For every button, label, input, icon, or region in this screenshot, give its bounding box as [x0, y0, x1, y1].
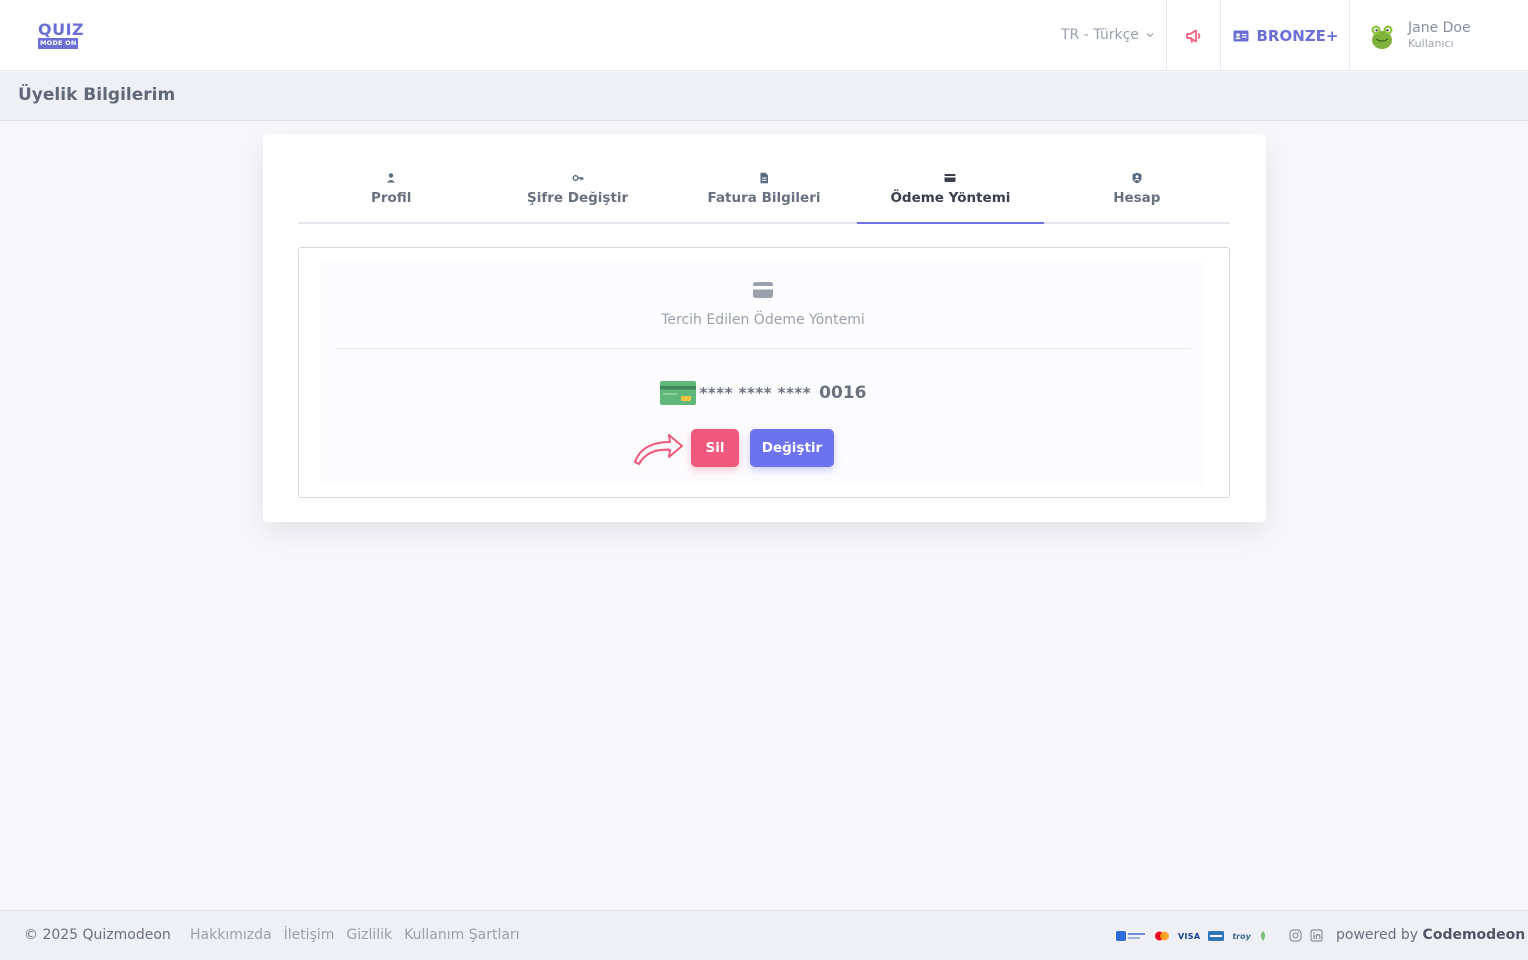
key-icon: [572, 175, 584, 181]
social-links: [1289, 929, 1323, 942]
language-selector[interactable]: TR - Türkçe: [1061, 25, 1155, 45]
tab-payment-method[interactable]: Ödeme Yöntemi: [857, 164, 1045, 224]
bank-card-icon: [659, 381, 696, 405]
user-info: Jane Doe Kullanıcı: [1408, 20, 1471, 51]
membership-card: Profil Şifre Değiştir Fatura Bilgileri Ö…: [263, 134, 1266, 522]
plan-label: BRONZE+: [1256, 26, 1339, 45]
chevron-down-icon: [1146, 33, 1154, 38]
delete-card-button[interactable]: Sil: [691, 429, 739, 467]
membership-tabs: Profil Şifre Değiştir Fatura Bilgileri Ö…: [298, 164, 1230, 224]
tab-label: Ödeme Yöntemi: [890, 190, 1011, 206]
id-card-icon: [1233, 30, 1248, 41]
quiz-logo[interactable]: QUIZ MODE ON: [38, 21, 84, 52]
mastercard-logo: [1154, 929, 1170, 943]
user-role: Kullanıcı: [1408, 37, 1454, 50]
footer-link-terms[interactable]: Kullanım Şartları: [404, 927, 519, 943]
visa-logo: VISA: [1178, 931, 1201, 941]
tab-change-password[interactable]: Şifre Değiştir: [484, 164, 670, 222]
footer-link-about[interactable]: Hakkımızda: [190, 927, 272, 943]
leaf-icon: [1259, 929, 1267, 943]
logo-text: QUIZ: [38, 20, 85, 39]
curved-arrow-icon: [634, 434, 683, 465]
payment-method-content: Tercih Edilen Ödeme Yöntemi **** **** **…: [321, 262, 1205, 486]
linkedin-icon[interactable]: [1310, 929, 1323, 942]
tab-billing-info[interactable]: Fatura Bilgileri: [671, 164, 857, 222]
user-name: Jane Doe: [1408, 20, 1471, 36]
card-number-mask: **** **** ****: [699, 384, 812, 402]
membership-plan-badge[interactable]: BRONZE+: [1221, 0, 1350, 71]
card-last-four: 0016: [819, 383, 867, 403]
tab-label: Fatura Bilgileri: [707, 190, 821, 206]
credit-card-icon: [753, 282, 773, 298]
footer-links: Hakkımızda İletişim Gizlilik Kullanım Şa…: [190, 927, 520, 943]
footer: © 2025 Quizmodeon Hakkımızda İletişim Gi…: [0, 910, 1528, 960]
avatar: [1371, 25, 1393, 49]
tab-label: Hesap: [1113, 190, 1161, 206]
footer-link-contact[interactable]: İletişim: [284, 927, 335, 943]
payment-method-panel: Tercih Edilen Ödeme Yöntemi **** **** **…: [298, 247, 1230, 498]
announcements-button[interactable]: [1167, 0, 1221, 71]
page-header: Üyelik Bilgilerim: [0, 72, 1528, 121]
tab-label: Profil: [370, 190, 412, 206]
powered-prefix: powered by: [1336, 927, 1423, 943]
document-icon: [760, 172, 769, 184]
tab-label: Şifre Değiştir: [527, 190, 629, 206]
footer-link-privacy[interactable]: Gizlilik: [346, 927, 392, 943]
preferred-method-label: Tercih Edilen Ödeme Yöntemi: [661, 312, 865, 328]
saved-card: **** **** **** 0016: [321, 380, 1205, 406]
divider: [335, 348, 1191, 349]
iyzico-logo: [1116, 929, 1146, 943]
troy-logo: troy: [1232, 931, 1251, 941]
amex-logo: [1208, 929, 1225, 943]
megaphone-icon: [1186, 29, 1201, 43]
logo-subtext: MODE ON: [38, 38, 79, 49]
user-icon: [387, 173, 396, 183]
shield-user-icon: [1132, 172, 1142, 184]
page-title: Üyelik Bilgilerim: [18, 85, 176, 105]
language-label: TR - Türkçe: [1061, 27, 1139, 43]
tab-account[interactable]: Hesap: [1044, 164, 1230, 222]
credit-card-icon: [944, 174, 956, 182]
tab-profile[interactable]: Profil: [298, 164, 484, 222]
user-menu[interactable]: Jane Doe Kullanıcı: [1350, 0, 1528, 71]
powered-by[interactable]: powered by Codemodeon: [1336, 927, 1525, 943]
instagram-icon[interactable]: [1289, 929, 1302, 942]
top-navbar: QUIZ MODE ON TR - Türkçe BRONZE+ Jane Do…: [0, 0, 1528, 71]
powered-brand: Codemodeon: [1422, 927, 1526, 943]
copyright: © 2025 Quizmodeon: [24, 927, 171, 943]
payment-logos: VISA troy: [1116, 928, 1267, 944]
change-card-button[interactable]: Değiştir: [750, 429, 834, 467]
